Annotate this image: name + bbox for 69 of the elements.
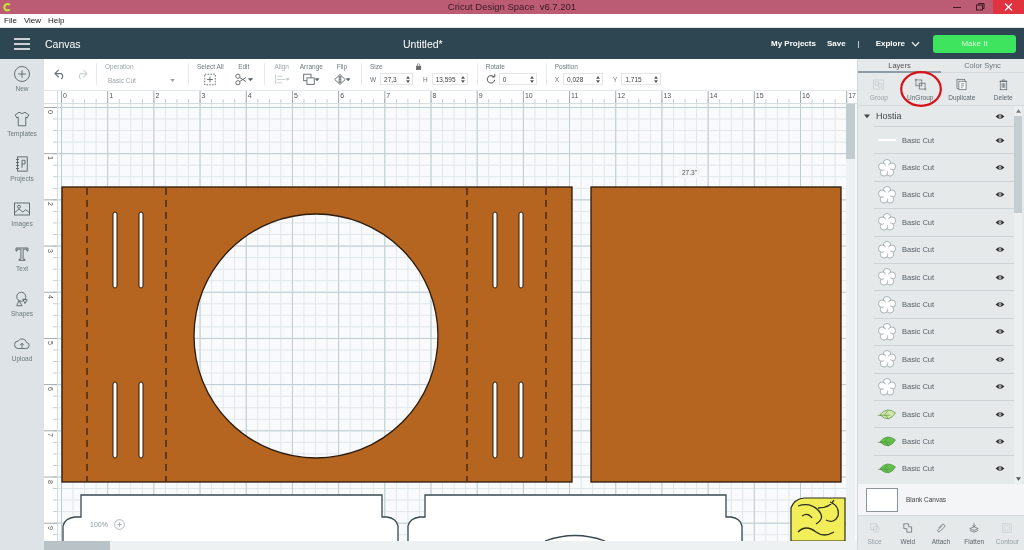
window-title: Cricut Design Space v6.7.201 [447, 0, 577, 14]
document-title: Untitled* [403, 37, 443, 50]
weld-icon [901, 521, 914, 534]
horizontal-scrollbar[interactable] [44, 541, 857, 550]
header-link[interactable]: My Projects [771, 39, 816, 48]
scissors-icon[interactable] [232, 73, 255, 86]
header-link[interactable]: Save [826, 39, 846, 48]
eye-icon[interactable] [995, 246, 1005, 254]
stepper-icon[interactable] [529, 75, 534, 83]
vertical-scrollbar[interactable] [846, 104, 855, 541]
explore-menu[interactable]: Explore [875, 39, 920, 48]
layer-group-name[interactable]: Hostia [876, 111, 995, 121]
menu-icon[interactable] [14, 37, 30, 50]
ungroup-icon [913, 77, 927, 91]
t-shirt-icon [13, 110, 31, 128]
image-icon [13, 200, 31, 218]
box-outline-shape[interactable] [407, 494, 743, 541]
eye-icon[interactable] [995, 273, 1005, 281]
lock-icon[interactable] [415, 63, 423, 70]
scrollbar-thumb[interactable] [44, 541, 110, 550]
scrollbar-thumb[interactable] [846, 104, 855, 159]
eye-icon[interactable] [995, 136, 1005, 144]
menu-item[interactable]: View [23, 15, 42, 26]
plus-circle-icon [13, 65, 31, 83]
stack-icon [968, 521, 981, 534]
eye-icon[interactable] [995, 164, 1005, 172]
scrollbar-thumb[interactable] [1014, 116, 1022, 213]
slice-icon [868, 521, 881, 534]
vertical-scrollbar[interactable] [1014, 106, 1022, 484]
eye-icon[interactable] [995, 218, 1005, 226]
eye-icon[interactable] [995, 438, 1005, 445]
scroll-up-icon[interactable] [1015, 109, 1021, 113]
stepper-icon[interactable] [460, 75, 465, 83]
box-outline-shape[interactable] [62, 494, 399, 541]
stepper-icon[interactable] [654, 75, 659, 83]
app-logo-icon [3, 2, 11, 12]
group-icon [872, 77, 886, 91]
eye-icon[interactable] [995, 355, 1005, 363]
ornament-drawing[interactable] [790, 497, 846, 541]
panel-shape[interactable] [61, 186, 573, 483]
menu-item[interactable]: File [4, 15, 17, 26]
rotate-icon[interactable] [485, 74, 496, 84]
eye-icon[interactable] [995, 383, 1005, 391]
eye-icon[interactable] [995, 301, 1005, 309]
caret-icon [170, 78, 175, 82]
eye-icon[interactable] [995, 465, 1005, 473]
menu-item[interactable]: Help [48, 15, 65, 26]
arc-shape [544, 534, 606, 541]
eye-icon[interactable] [995, 328, 1005, 336]
header-separator: | [857, 39, 860, 48]
eye-icon[interactable] [995, 410, 1005, 418]
stepper-icon[interactable] [406, 75, 410, 83]
paperclip-icon [935, 521, 947, 534]
duplicate-icon [955, 77, 969, 91]
chevron-down-icon [911, 40, 920, 47]
notebook-icon [13, 155, 31, 173]
flip-icon[interactable] [331, 73, 352, 86]
shapes-icon [13, 290, 31, 308]
eye-icon[interactable] [995, 112, 1005, 120]
select-all-icon[interactable] [202, 73, 219, 86]
letter-t-icon [13, 245, 31, 263]
section-title: Canvas [45, 37, 81, 50]
canvas-swatch-icon [866, 487, 898, 512]
stepper-icon[interactable] [596, 75, 601, 83]
expand-caret-icon[interactable] [864, 113, 870, 119]
eye-icon[interactable] [995, 191, 1005, 199]
close-icon[interactable] [993, 0, 1024, 14]
scroll-down-icon[interactable] [1015, 477, 1021, 481]
arrange-icon[interactable] [301, 73, 322, 86]
